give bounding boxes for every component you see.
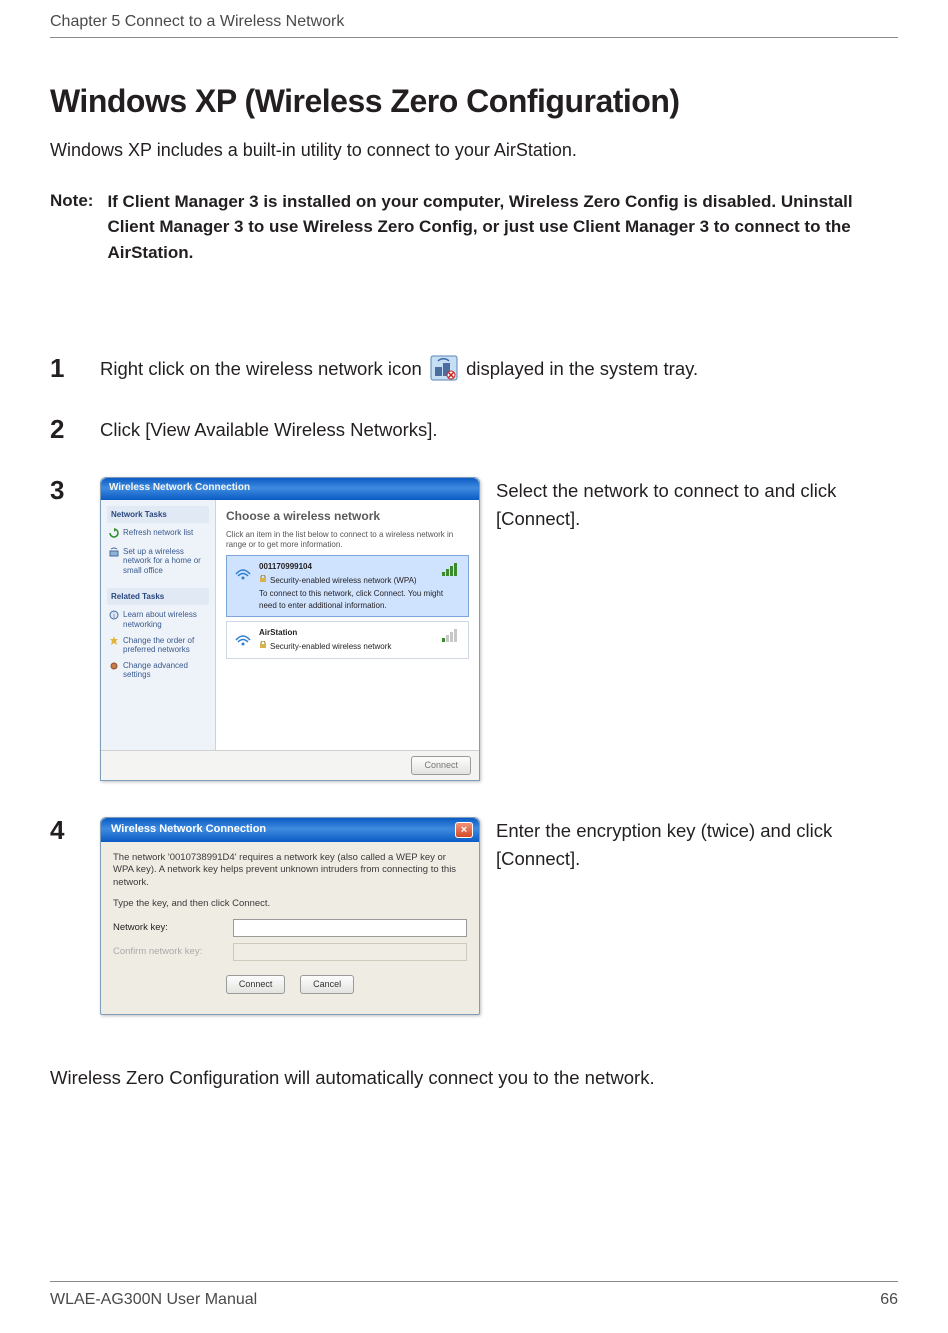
sidebar-item-refresh[interactable]: Refresh network list xyxy=(107,526,209,545)
connect-button[interactable]: Connect xyxy=(226,975,286,994)
choose-network-sub: Click an item in the list below to conne… xyxy=(226,530,469,549)
dialog3-titlebar: Wireless Network Connection xyxy=(101,478,479,500)
manual-title: WLAE-AG300N User Manual xyxy=(50,1288,257,1311)
dialog4-desc1: The network '0010738991D4' requires a ne… xyxy=(113,852,467,890)
note-label: Note: xyxy=(50,189,93,266)
sidebar-item-setup-label: Set up a wireless network for a home or … xyxy=(123,547,207,575)
wifi-icon xyxy=(233,627,253,647)
chapter-header: Chapter 5 Connect to a Wireless Network xyxy=(50,0,898,38)
sidebar-item-advanced-label: Change advanced settings xyxy=(123,661,207,679)
network1-security: Security-enabled wireless network (WPA) xyxy=(270,575,417,587)
step-2: 2 Click [View Available Wireless Network… xyxy=(50,416,898,445)
network1-desc: To connect to this network, click Connec… xyxy=(259,588,462,611)
gear-icon xyxy=(109,661,119,679)
dialog3-main: Choose a wireless network Click an item … xyxy=(216,500,479,750)
dialog4-titlebar: Wireless Network Connection × xyxy=(101,818,479,842)
choose-network-heading: Choose a wireless network xyxy=(226,508,469,525)
lock-icon xyxy=(259,575,267,587)
setup-icon xyxy=(109,547,119,575)
network-item-2[interactable]: AirStation Security-enabled wireless net… xyxy=(226,621,469,658)
network-key-input[interactable] xyxy=(233,919,467,937)
dialog3-footer: Connect xyxy=(101,750,479,780)
network2-ssid: AirStation xyxy=(259,627,462,639)
dialog3-sidebar: Network Tasks Refresh network list Set xyxy=(101,500,216,750)
sidebar-item-learn-label: Learn about wireless networking xyxy=(123,610,207,628)
sidebar-hdr-related-tasks: Related Tasks xyxy=(107,588,209,606)
note-text: If Client Manager 3 is installed on your… xyxy=(107,189,898,266)
network1-ssid: 001170999104 xyxy=(259,561,462,573)
choose-network-dialog: Wireless Network Connection Network Task… xyxy=(100,477,480,781)
step-2-number: 2 xyxy=(50,416,100,442)
confirm-key-input[interactable] xyxy=(233,943,467,961)
enter-key-dialog: Wireless Network Connection × The networ… xyxy=(100,817,480,1015)
learn-icon: i xyxy=(109,610,119,628)
sidebar-item-order[interactable]: Change the order of preferred networks xyxy=(107,634,209,659)
step-1-pre: Right click on the wireless network icon xyxy=(100,358,427,379)
step-1-post: displayed in the system tray. xyxy=(466,358,698,379)
network-key-label: Network key: xyxy=(113,921,223,935)
refresh-icon xyxy=(109,528,119,540)
section-title: Windows XP (Wireless Zero Configuration) xyxy=(50,78,898,124)
connect-button[interactable]: Connect xyxy=(411,756,471,775)
chapter-line: Chapter 5 Connect to a Wireless Network xyxy=(50,13,344,30)
step-3-number: 3 xyxy=(50,477,100,503)
network-item-1[interactable]: 001170999104 Security-enabled wireless n… xyxy=(226,555,469,617)
sidebar-item-refresh-label: Refresh network list xyxy=(123,528,193,540)
confirm-key-row: Confirm network key: xyxy=(113,943,467,961)
step-1-text: Right click on the wireless network icon… xyxy=(100,355,698,384)
wifi-icon xyxy=(233,561,253,581)
sidebar-item-advanced[interactable]: Change advanced settings xyxy=(107,659,209,684)
step-4-number: 4 xyxy=(50,817,100,843)
sidebar-hdr-network-tasks: Network Tasks xyxy=(107,506,209,524)
dialog4-desc2: Type the key, and then click Connect. xyxy=(113,898,467,911)
close-icon: × xyxy=(461,824,467,836)
step-4: 4 Wireless Network Connection × The netw… xyxy=(50,817,898,1015)
dialog3-title: Wireless Network Connection xyxy=(109,481,250,496)
page-footer: WLAE-AG300N User Manual 66 xyxy=(50,1281,898,1311)
sidebar-item-order-label: Change the order of preferred networks xyxy=(123,636,207,654)
close-button[interactable]: × xyxy=(455,822,473,838)
network-key-row: Network key: xyxy=(113,919,467,937)
step-1: 1 Right click on the wireless network ic… xyxy=(50,355,898,384)
signal-strong-icon xyxy=(442,562,462,576)
intro-text: Windows XP includes a built-in utility t… xyxy=(50,137,898,163)
step-3: 3 Wireless Network Connection Network Ta… xyxy=(50,477,898,781)
step-1-number: 1 xyxy=(50,355,100,381)
dialog4-title: Wireless Network Connection xyxy=(111,822,266,838)
network2-security: Security-enabled wireless network xyxy=(270,641,391,653)
cancel-button[interactable]: Cancel xyxy=(300,975,354,994)
confirm-key-label: Confirm network key: xyxy=(113,945,223,959)
page-number: 66 xyxy=(880,1288,898,1311)
star-icon xyxy=(109,636,119,654)
closing-text: Wireless Zero Configuration will automat… xyxy=(50,1065,898,1092)
step-3-text: Select the network to connect to and cli… xyxy=(496,477,898,534)
lock-icon xyxy=(259,641,267,653)
note-block: Note: If Client Manager 3 is installed o… xyxy=(50,189,898,266)
sidebar-item-setup[interactable]: Set up a wireless network for a home or … xyxy=(107,545,209,580)
sidebar-item-learn[interactable]: i Learn about wireless networking xyxy=(107,608,209,633)
dialog4-footer: Connect Cancel xyxy=(113,967,467,1004)
step-4-text: Enter the encryption key (twice) and cli… xyxy=(496,817,898,874)
step-2-text: Click [View Available Wireless Networks]… xyxy=(100,416,438,445)
systray-wireless-icon xyxy=(430,355,458,381)
signal-weak-icon xyxy=(442,628,462,642)
